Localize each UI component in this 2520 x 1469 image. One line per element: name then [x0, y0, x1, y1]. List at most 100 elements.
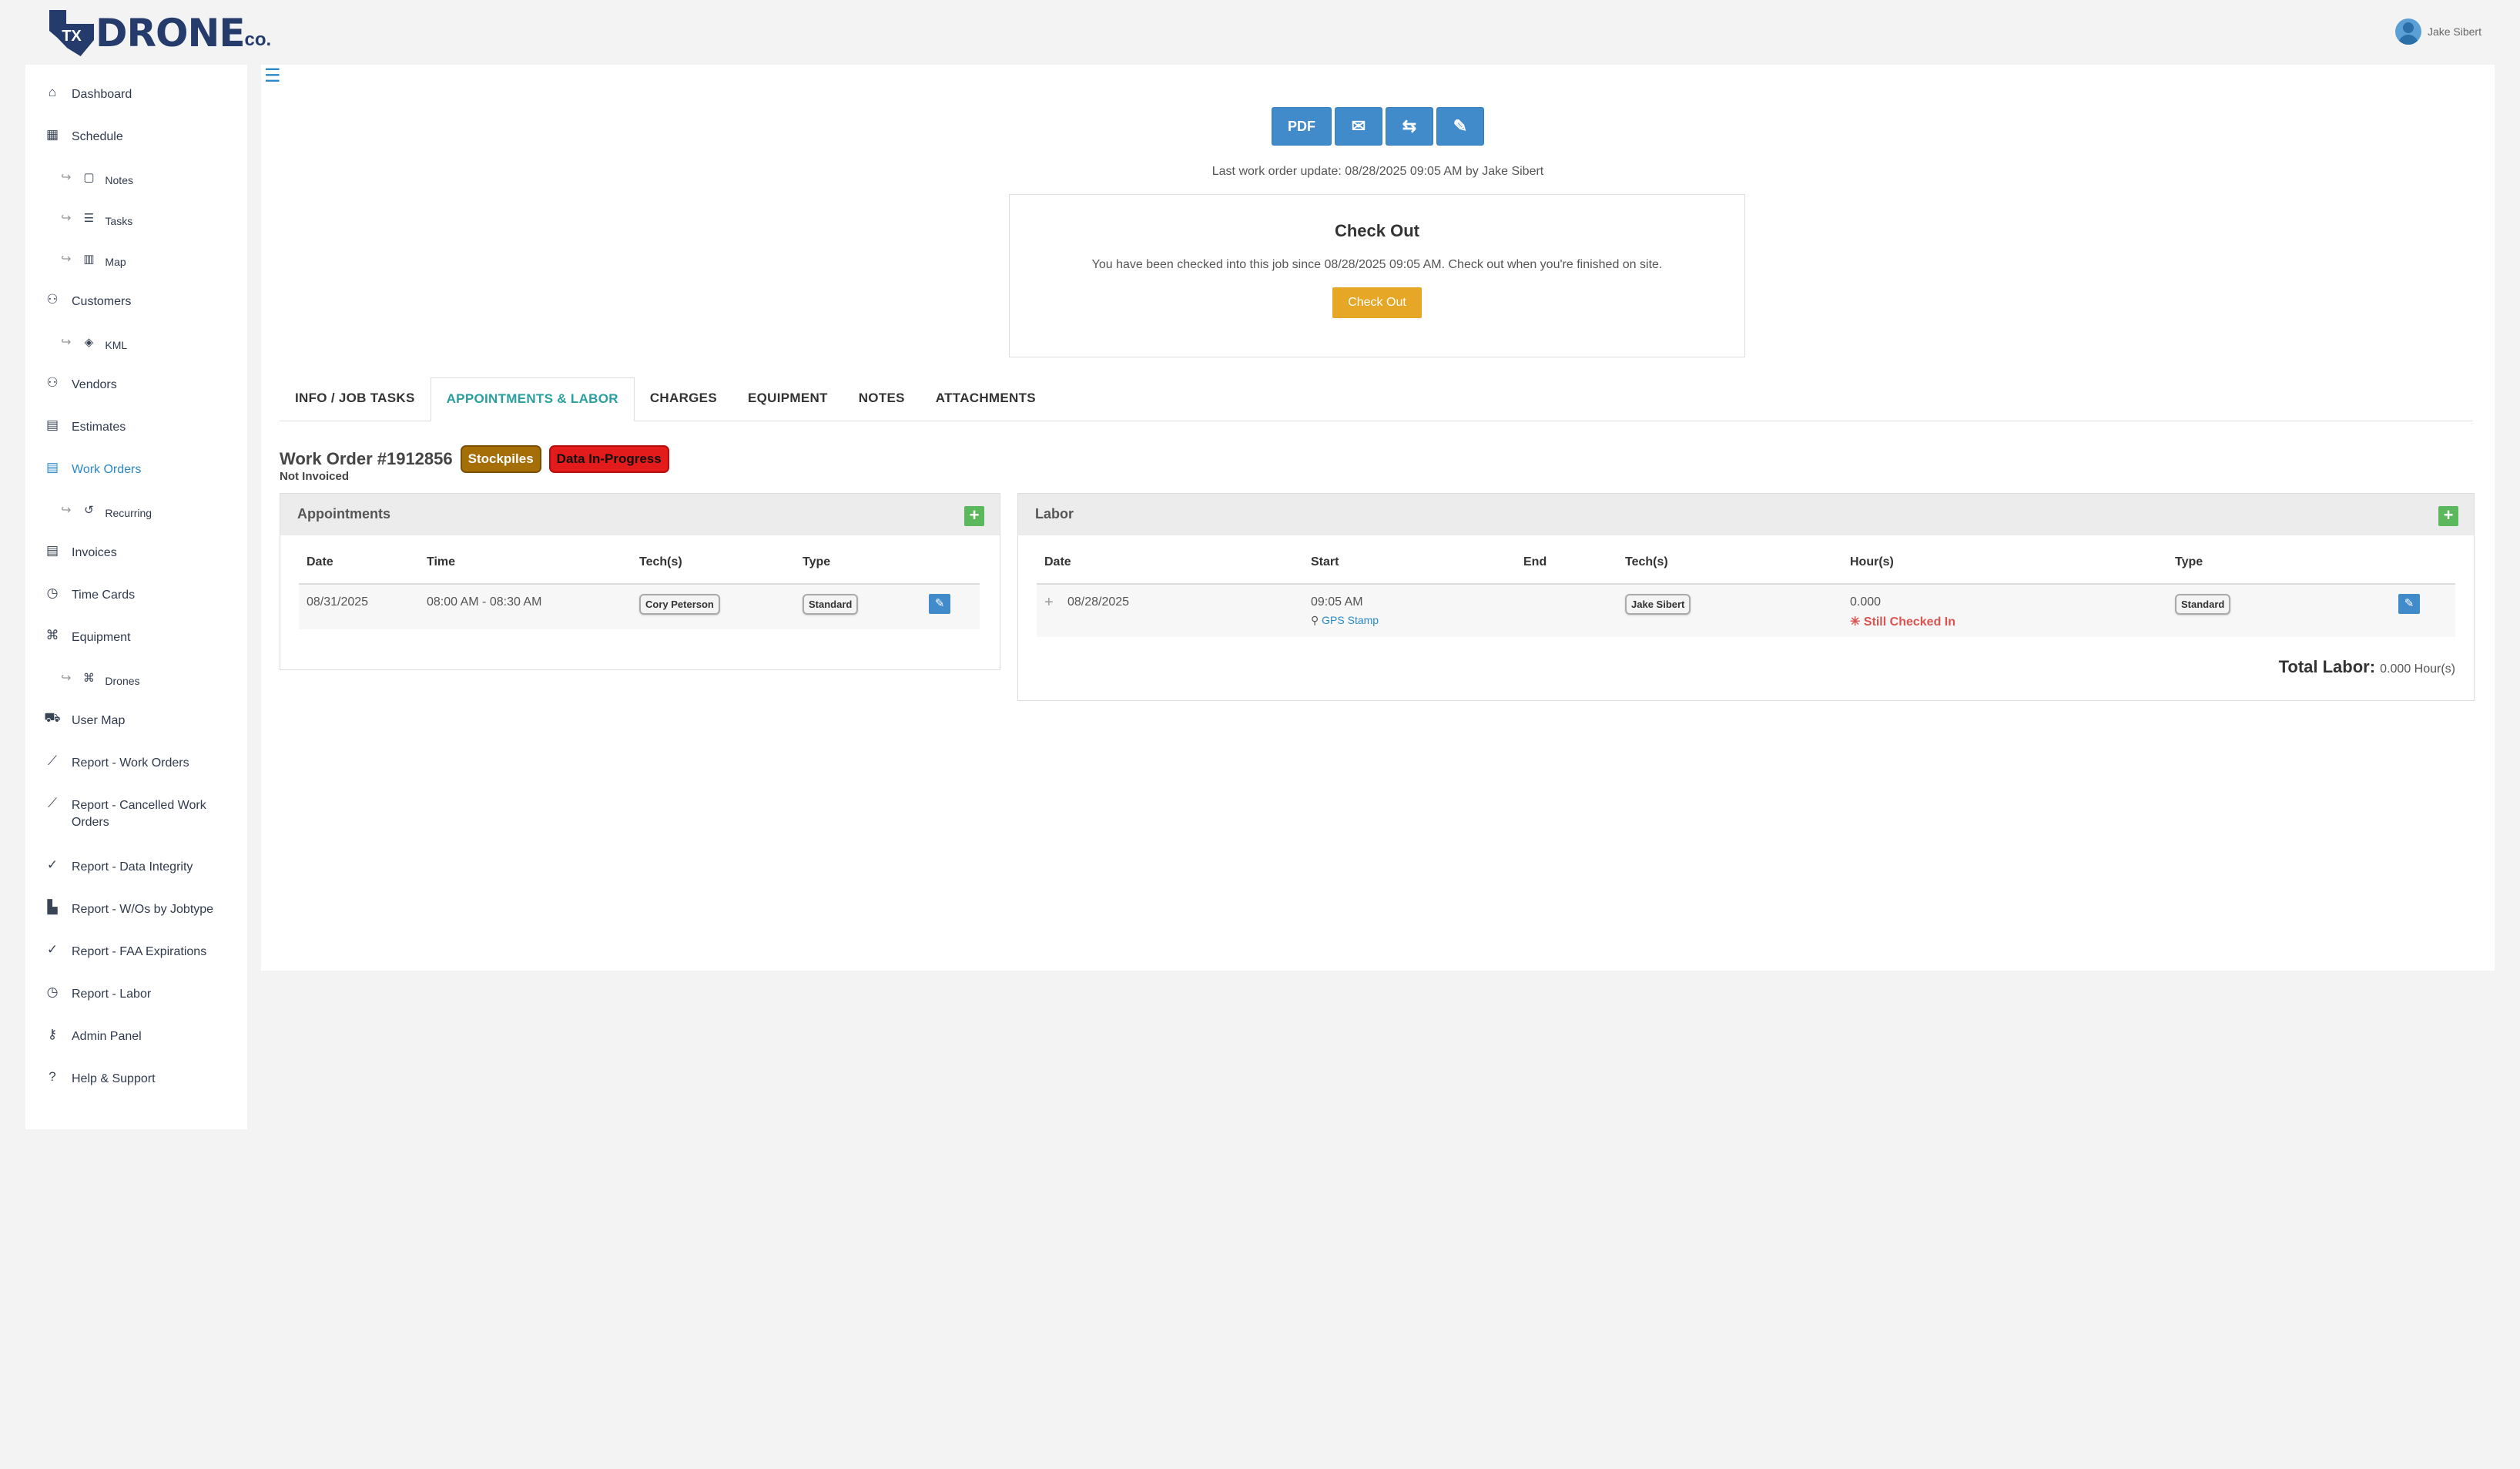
sub-arrow-icon: ↪	[61, 253, 72, 266]
add-appointment-button[interactable]: +	[964, 506, 984, 526]
sidebar-item-label: Dashboard	[72, 88, 132, 101]
sidebar-item-equipment[interactable]: ⌘ Equipment	[25, 617, 247, 659]
gps-stamp-label: GPS Stamp	[1322, 614, 1379, 626]
type-pill[interactable]: Standard	[2175, 594, 2231, 615]
logo-co: co.	[244, 29, 272, 50]
work-order-title: Work Order #1912856	[280, 449, 453, 468]
pencil-icon: ✎	[1453, 116, 1468, 136]
check-icon: ✓	[46, 942, 59, 957]
appt-date: 08/31/2025	[307, 595, 369, 609]
clock-icon: ◷	[46, 984, 59, 999]
sidebar-item-report-w-os-by-jobtype[interactable]: ▙ Report - W/Os by Jobtype	[25, 889, 247, 931]
sidebar-item-report-cancelled-work-orders[interactable]: ⟋ Report - Cancelled Work Orders	[25, 785, 247, 847]
sidebar-item-report-labor[interactable]: ◷ Report - Labor	[25, 974, 247, 1016]
labor-title: Labor	[1035, 506, 1074, 522]
sidebar-item-schedule[interactable]: ▦ Schedule	[25, 116, 247, 159]
sidebar-item-vendors[interactable]: ⚇ Vendors	[25, 364, 247, 407]
pdf-button[interactable]: PDF	[1272, 107, 1332, 146]
invoice-status: Not Invoiced	[280, 470, 350, 483]
tab-bar: INFO / JOB TASKS APPOINTMENTS & LABOR CH…	[280, 377, 2473, 421]
tab-appointments-labor[interactable]: APPOINTMENTS & LABOR	[430, 377, 635, 421]
tech-pill[interactable]: Cory Peterson	[639, 594, 720, 615]
sidebar-item-customers[interactable]: ⚇ Customers	[25, 281, 247, 324]
edit-labor-button[interactable]: ✎	[2398, 594, 2420, 614]
tab-notes[interactable]: NOTES	[843, 377, 920, 421]
sidebar-item-estimates[interactable]: ▤ Estimates	[25, 407, 247, 449]
sidebar-item-label: Recurring	[105, 507, 152, 519]
avatar	[2394, 18, 2421, 45]
checkout-title: Check Out	[1334, 221, 1420, 240]
key-icon: ⚷	[47, 1027, 58, 1041]
col-techs: Tech(s)	[639, 555, 682, 568]
note-icon: ▢	[83, 171, 95, 184]
tab-charges[interactable]: CHARGES	[635, 377, 732, 421]
history-icon: ↺	[84, 504, 94, 517]
sidebar-item-tasks[interactable]: ↪ ☰ Tasks	[25, 200, 247, 240]
user-menu[interactable]: Jake Sibert	[2394, 18, 2481, 45]
tab-info-job-tasks[interactable]: INFO / JOB TASKS	[280, 377, 431, 421]
logo[interactable]: TX DRONE co.	[49, 6, 271, 60]
sidebar-item-kml[interactable]: ↪ ◈ KML	[25, 324, 247, 364]
total-labor: Total Labor: 0.000 Hour(s)	[2279, 657, 2455, 677]
edit-appointment-button[interactable]: ✎	[929, 594, 950, 614]
texas-logo-icon: TX	[49, 10, 94, 56]
add-labor-button[interactable]: +	[2438, 506, 2458, 526]
col-date: Date	[1044, 555, 1071, 568]
sidebar-item-label: Work Orders	[72, 463, 142, 476]
edit-work-order-button[interactable]: ✎	[1436, 107, 1484, 146]
users-cog-icon: ⚇	[46, 375, 59, 390]
sidebar-item-time-cards[interactable]: ◷ Time Cards	[25, 575, 247, 617]
status-badge: Data In-Progress	[548, 445, 669, 473]
calendar-icon: ▦	[45, 127, 59, 142]
expand-row-icon[interactable]: +	[1044, 594, 1054, 612]
email-button[interactable]: ✉	[1335, 107, 1382, 146]
gps-stamp-link[interactable]: ⚲ GPS Stamp	[1311, 614, 1379, 626]
sidebar-item-report-faa-expirations[interactable]: ✓ Report - FAA Expirations	[25, 931, 247, 974]
type-pill[interactable]: Standard	[803, 594, 859, 615]
sidebar-item-label: Drones	[105, 675, 140, 687]
sidebar-item-notes[interactable]: ↪ ▢ Notes	[25, 159, 247, 200]
tab-attachments[interactable]: ATTACHMENTS	[920, 377, 1051, 421]
sidebar-item-work-orders[interactable]: ▤ Work Orders	[25, 449, 247, 491]
chart-bar-icon: ▙	[47, 900, 58, 914]
appointments-title: Appointments	[297, 506, 390, 522]
file-icon: ▤	[45, 460, 59, 475]
chart-line-icon: ⟋	[47, 796, 57, 810]
sidebar-item-recurring[interactable]: ↪ ↺ Recurring	[25, 491, 247, 532]
sidebar-item-label: Report - Labor	[72, 988, 152, 1001]
tasks-icon: ☰	[83, 212, 95, 225]
sidebar-item-user-map[interactable]: ⛟ User Map	[25, 700, 247, 743]
pencil-icon: ✎	[2404, 597, 2414, 610]
sidebar-item-dashboard[interactable]: ⌂ Dashboard	[25, 74, 247, 116]
truck-icon: ⛟	[44, 710, 61, 725]
envelope-icon: ✉	[1351, 116, 1366, 136]
sidebar-item-label: Schedule	[72, 130, 123, 143]
tech-pill[interactable]: Jake Sibert	[1625, 594, 1691, 615]
asterisk-icon: ✳	[1850, 615, 1864, 629]
hamburger-menu-icon[interactable]: ☰	[264, 65, 281, 87]
labor-start: 09:05 AM	[1311, 595, 1363, 609]
labor-panel-header: Labor +	[1018, 494, 2474, 535]
recurring-button[interactable]: ⇆	[1386, 107, 1433, 146]
sidebar-item-help-support[interactable]: ? Help & Support	[25, 1058, 247, 1101]
question-circle-icon: ?	[49, 1069, 56, 1084]
sidebar-item-report-data-integrity[interactable]: ✓ Report - Data Integrity	[25, 847, 247, 889]
sidebar-item-report-work-orders[interactable]: ⟋ Report - Work Orders	[25, 743, 247, 785]
sidebar-item-invoices[interactable]: ▤ Invoices	[25, 532, 247, 575]
sidebar-item-label: Report - FAA Expirations	[72, 945, 207, 958]
sidebar-item-admin-panel[interactable]: ⚷ Admin Panel	[25, 1016, 247, 1058]
appointments-panel-header: Appointments +	[280, 494, 1000, 535]
sidebar-item-drones[interactable]: ↪ ⌘ Drones	[25, 659, 247, 700]
check-out-button[interactable]: Check Out	[1332, 287, 1422, 318]
sidebar: ⌂ Dashboard ▦ Schedule ↪ ▢ Notes ↪ ☰ Tasks ↪ ▥ Map ⚇ C…	[25, 65, 247, 1129]
sidebar-item-label: Equipment	[72, 631, 131, 644]
sub-arrow-icon: ↪	[61, 171, 72, 184]
sidebar-item-map[interactable]: ↪ ▥ Map	[25, 240, 247, 281]
sidebar-item-label: Tasks	[105, 215, 133, 227]
sub-arrow-icon: ↪	[61, 336, 72, 349]
appt-time: 08:00 AM - 08:30 AM	[427, 595, 542, 609]
check-icon: ✓	[46, 857, 59, 872]
sidebar-item-label: Help & Support	[72, 1072, 156, 1085]
tab-equipment[interactable]: EQUIPMENT	[732, 377, 843, 421]
sidebar-item-label: Report - Data Integrity	[72, 860, 193, 874]
